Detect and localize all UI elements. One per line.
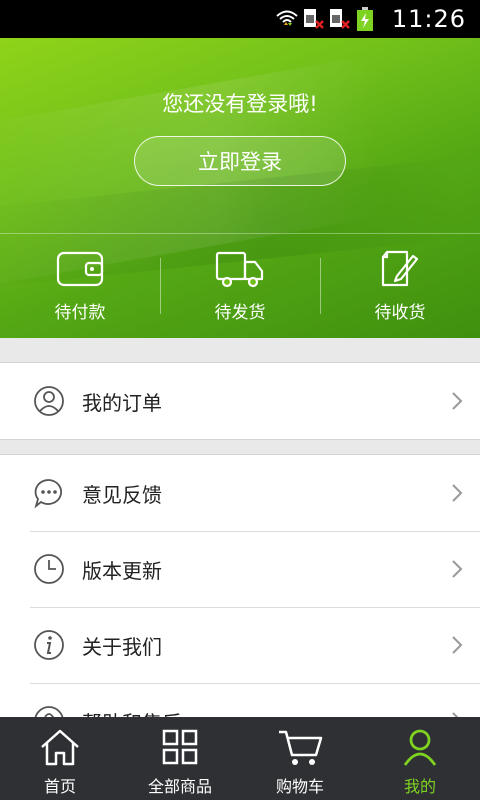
pending-shipment-label: 待发货 — [214, 302, 266, 323]
nav-mine-label: 我的 — [403, 777, 436, 796]
info-icon — [32, 628, 66, 662]
version-update-row[interactable]: 版本更新 — [0, 531, 480, 607]
status-time: 11:26 — [391, 5, 466, 33]
pending-payment-label: 待付款 — [54, 302, 106, 323]
chevron-right-icon — [452, 484, 463, 502]
order-status-bar: 待付款 待发货 待收货 — [0, 233, 480, 338]
nav-home-label: 首页 — [43, 777, 76, 796]
wifi-icon — [276, 6, 298, 32]
cart-icon — [279, 730, 323, 765]
pending-receipt-button[interactable]: 待收货 — [320, 234, 480, 338]
version-update-label: 版本更新 — [82, 558, 162, 583]
wallet-icon — [56, 251, 104, 286]
feedback-row[interactable]: 意见反馈 — [0, 455, 480, 531]
pending-shipment-button[interactable]: 待发货 — [160, 234, 320, 338]
login-prompt: 您还没有登录哦! — [162, 92, 318, 116]
about-us-label: 关于我们 — [82, 634, 162, 659]
login-button[interactable]: 立即登录 — [134, 136, 346, 186]
my-orders-label: 我的订单 — [82, 390, 162, 415]
my-orders-row[interactable]: 我的订单 — [0, 363, 480, 439]
sim-card-2-icon — [328, 6, 350, 32]
chat-bubble-icon — [32, 476, 66, 510]
nav-cart-label: 购物车 — [275, 777, 324, 796]
status-bar: 11:26 — [0, 0, 480, 38]
orders-group: 我的订单 — [0, 362, 480, 440]
nav-mine[interactable]: 我的 — [360, 717, 480, 800]
chevron-right-icon — [452, 560, 463, 578]
battery-charging-icon — [354, 6, 376, 32]
settings-group: 意见反馈 版本更新 关于我们 帮助和售后 — [0, 454, 480, 736]
pending-receipt-label: 待收货 — [374, 302, 426, 323]
nav-all-products[interactable]: 全部商品 — [120, 717, 240, 800]
nav-all-products-label: 全部商品 — [147, 777, 212, 796]
truck-icon — [215, 251, 264, 287]
profile-header: 您还没有登录哦! 立即登录 待付款 待发货 待收货 — [0, 38, 480, 338]
chevron-right-icon — [452, 392, 463, 410]
nav-cart[interactable]: 购物车 — [240, 717, 360, 800]
signed-document-icon — [381, 250, 419, 286]
nav-home[interactable]: 首页 — [0, 717, 120, 800]
pending-payment-button[interactable]: 待付款 — [0, 234, 160, 338]
bottom-navigation: 首页 全部商品 购物车 我的 — [0, 717, 480, 800]
about-us-row[interactable]: 关于我们 — [0, 607, 480, 683]
profile-icon — [403, 729, 437, 766]
chevron-right-icon — [452, 636, 463, 654]
sim-card-1-icon — [302, 6, 324, 32]
home-icon — [41, 729, 79, 766]
user-circle-icon — [32, 384, 66, 418]
grid-icon — [162, 729, 198, 765]
feedback-label: 意见反馈 — [82, 482, 162, 507]
clock-icon — [32, 552, 66, 586]
